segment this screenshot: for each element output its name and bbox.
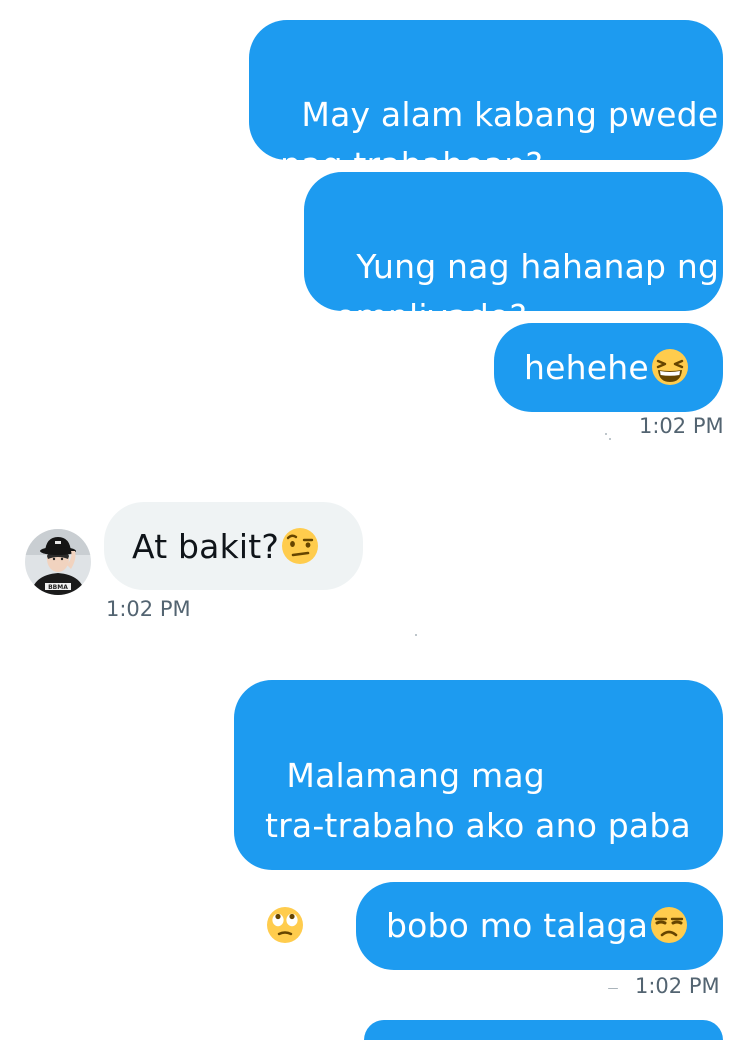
message-timestamp: 1:02 PM <box>106 597 191 621</box>
message-text: hehehe <box>524 348 649 387</box>
artifact-dot <box>605 433 607 435</box>
face-with-raised-eyebrow-icon <box>280 526 320 566</box>
profile-photo-icon: BBMA <box>25 529 91 595</box>
avatar-shirt-text: BBMA <box>48 584 68 591</box>
message-timestamp: 1:02 PM <box>639 414 724 438</box>
sent-message-bubble-partial[interactable] <box>364 1020 723 1040</box>
received-message-bubble[interactable]: At bakit? <box>104 502 363 590</box>
sent-message-bubble[interactable]: hehehe <box>494 323 723 412</box>
message-text: Malamang mag tra-trabaho ako ano paba <box>265 756 691 845</box>
avatar[interactable]: BBMA <box>25 529 91 595</box>
sent-message-bubble[interactable]: May alam kabang pwede pag trabahoan? <box>249 20 723 184</box>
sent-message-bubble[interactable]: bobo mo talaga <box>356 882 723 970</box>
message-text: bobo mo talaga <box>386 906 649 945</box>
grinning-squinting-face-icon <box>650 347 690 387</box>
unamused-face-icon <box>649 905 689 945</box>
artifact-dot <box>415 634 417 636</box>
sent-message-bubble[interactable]: Malamang mag tra-trabaho ako ano paba <box>234 680 723 943</box>
message-timestamp: 1:02 PM <box>635 974 720 998</box>
message-text: May alam kabang pwede pag trabahoan? <box>280 95 719 184</box>
message-text: At bakit? <box>132 527 280 566</box>
artifact-dot <box>608 988 618 989</box>
artifact-dot <box>609 438 611 440</box>
face-with-rolling-eyes-icon <box>265 905 305 945</box>
sent-message-bubble[interactable]: Yung nag hahanap ng empliyado? <box>304 172 723 336</box>
